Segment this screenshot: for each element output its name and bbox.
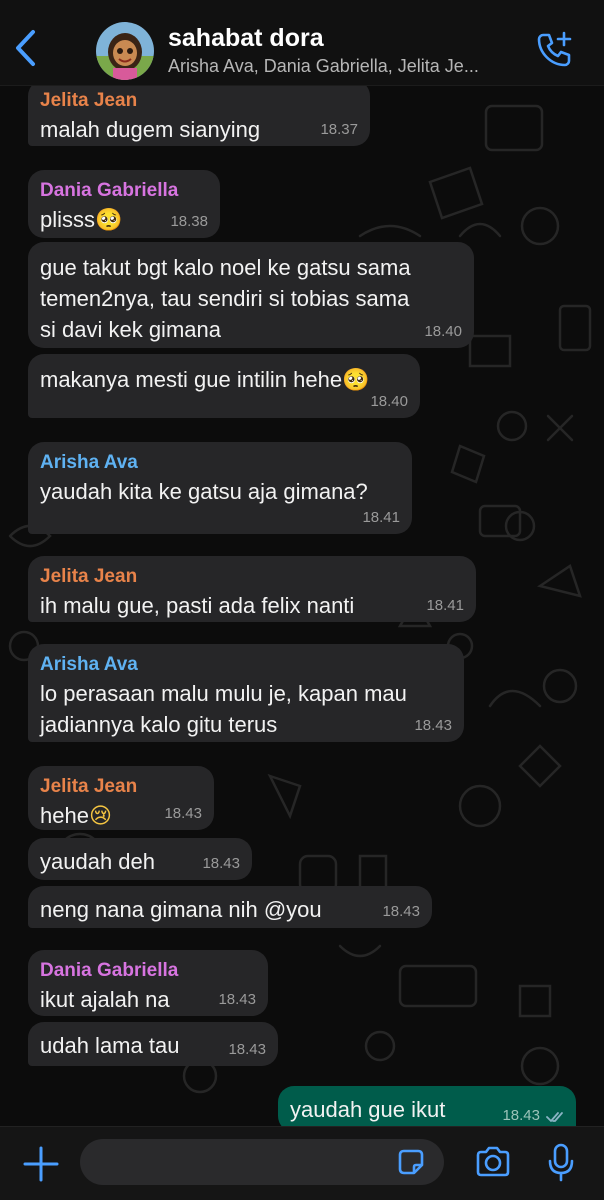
group-avatar[interactable] [96, 22, 154, 80]
message-text: hehe [40, 803, 89, 828]
add-call-button[interactable] [530, 26, 578, 74]
message-time: 18.41 [426, 597, 464, 614]
message-input[interactable] [80, 1139, 444, 1185]
message-text: plisss [40, 207, 96, 232]
message-bubble[interactable]: yaudah deh 18.43 [28, 838, 252, 880]
message-sender: Arisha Ava [40, 452, 138, 473]
message-time: 18.43 [502, 1107, 540, 1124]
message-sender: Jelita Jean [40, 566, 138, 587]
message-list[interactable]: Jelita Jean malah dugem sianying 18.37 D… [0, 86, 604, 1126]
chat-header: sahabat dora Arisha Ava, Dania Gabriella… [0, 0, 604, 86]
message-time: 18.43 [382, 903, 420, 920]
message-bubble[interactable]: Dania Gabriella ikut ajalah na 18.43 [28, 950, 268, 1016]
chat-title[interactable]: sahabat dora [168, 24, 324, 53]
back-chevron-icon [16, 30, 35, 66]
message-bubble[interactable]: Dania Gabriella plisss🥺 18.38 [28, 170, 220, 238]
voice-message-button[interactable] [546, 1143, 576, 1183]
message-bubble[interactable]: neng nana gimana nih @you 18.43 [28, 886, 432, 928]
pleading-face-emoji: 🥺 [95, 208, 123, 233]
message-time: 18.40 [370, 393, 408, 410]
message-text: yaudah kita ke gatsu aja gimana? [40, 479, 368, 504]
crying-face-emoji: 😢 [88, 804, 112, 829]
message-text-line: si davi kek gimana [40, 317, 221, 342]
double-check-icon [546, 1112, 563, 1122]
message-time: 18.40 [424, 323, 462, 340]
message-bubble[interactable]: Jelita Jean ih malu gue, pasti ada felix… [28, 556, 476, 622]
message-sender: Dania Gabriella [40, 180, 179, 201]
message-bubble[interactable]: makanya mesti gue intilin hehe🥺 18.40 [28, 354, 420, 418]
plus-icon [23, 1146, 59, 1182]
mic-icon [548, 1143, 574, 1182]
message-text-line: lo perasaan malu mulu je, kapan mau [40, 681, 407, 706]
message-text-line: gue takut bgt kalo noel ke gatsu sama [40, 255, 411, 280]
outgoing-message-bubble[interactable]: yaudah gue ikut 18.43 [278, 1086, 576, 1126]
message-text-line: temen2nya, tau sendiri si tobias sama [40, 286, 410, 311]
message-bubble[interactable]: Jelita Jean hehe😢 18.43 [28, 766, 214, 830]
message-sender: Arisha Ava [40, 654, 138, 675]
message-time: 18.43 [218, 991, 256, 1008]
message-text: makanya mesti gue intilin hehe [40, 367, 343, 392]
add-call-icon [537, 31, 572, 67]
message-time: 18.41 [362, 509, 400, 526]
sticker-button[interactable] [396, 1147, 426, 1177]
message-time: 18.43 [164, 805, 202, 822]
attach-button[interactable] [22, 1145, 60, 1183]
camera-icon [476, 1146, 510, 1177]
message-sender: Dania Gabriella [40, 960, 179, 981]
message-bubble[interactable]: Arisha Ava yaudah kita ke gatsu aja gima… [28, 442, 412, 534]
message-time: 18.43 [202, 855, 240, 872]
camera-button[interactable] [474, 1145, 512, 1181]
chat-participants[interactable]: Arisha Ava, Dania Gabriella, Jelita Je..… [168, 56, 518, 77]
pleading-face-emoji: 🥺 [342, 368, 370, 393]
message-time: 18.43 [228, 1041, 266, 1058]
message-text: neng nana gimana nih @you [40, 897, 322, 922]
message-bubble[interactable]: Jelita Jean malah dugem sianying 18.37 [28, 86, 370, 146]
message-sender: Jelita Jean [40, 776, 138, 797]
message-bubble[interactable]: Arisha Ava lo perasaan malu mulu je, kap… [28, 644, 464, 742]
message-text: ih malu gue, pasti ada felix nanti [40, 593, 355, 618]
message-time: 18.38 [170, 213, 208, 230]
message-text-line: jadiannya kalo gitu terus [40, 712, 278, 737]
message-bubble[interactable]: gue takut bgt kalo noel ke gatsu sama te… [28, 242, 474, 348]
message-time: 18.43 [414, 717, 452, 734]
message-sender: Jelita Jean [40, 90, 138, 111]
message-bubble[interactable]: udah lama tau 18.43 [28, 1022, 278, 1066]
sticker-icon [398, 1149, 424, 1175]
back-button[interactable] [8, 26, 42, 70]
composer-bar [0, 1126, 604, 1200]
message-time: 18.37 [320, 121, 358, 138]
message-text: malah dugem sianying [40, 117, 261, 142]
